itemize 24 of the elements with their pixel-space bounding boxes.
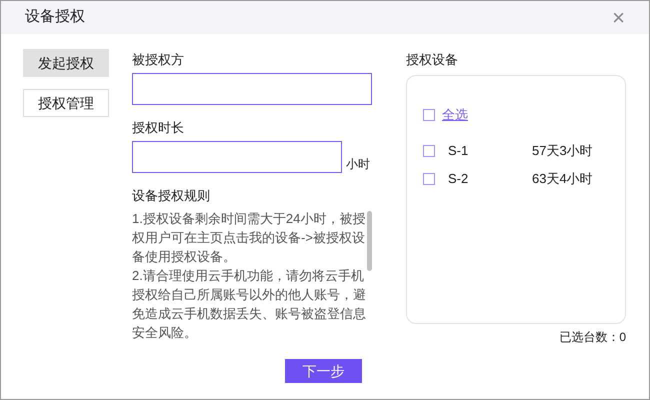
unit-label: 小时 (346, 156, 370, 173)
section-title: 设备授权规则 (132, 187, 211, 205)
field-label: 授权时长 (132, 119, 185, 137)
remaining-time: 57天3小时 (532, 142, 593, 160)
select-all-link[interactable]: 全选 (442, 105, 468, 125)
nav-tab[interactable]: 发起授权 (23, 49, 109, 77)
input-field[interactable] (132, 141, 342, 173)
nav-tab[interactable]: 授权管理 (23, 89, 109, 117)
rule-paragraph: 1.授权设备剩余时间需大于24小时，被授权用户可在主页点击我的设备->被授权设备使用授权设备。 (132, 210, 366, 266)
window-title: 设备授权 (25, 7, 85, 28)
checkbox[interactable] (423, 109, 435, 121)
checkbox[interactable] (423, 145, 435, 157)
checkbox[interactable] (423, 173, 435, 185)
remaining-time: 63天4小时 (532, 170, 593, 188)
rule-paragraph: 2.请合理使用云手机功能，请勿将云手机授权给自己所属账号以外的他人账号，避免造成云手机数据丢失、账号被盗登信息安全风险。 (132, 267, 367, 342)
device-name: S-2 (448, 170, 470, 188)
scrollbar-thumb[interactable] (367, 211, 372, 271)
device-name: S-1 (448, 142, 470, 160)
section-title: 授权设备 (406, 51, 459, 69)
selected-count: 已选台数：0 (558, 329, 626, 346)
next-button[interactable]: 下一步 (285, 359, 362, 383)
field-label: 被授权方 (132, 51, 185, 69)
input-field[interactable] (132, 73, 372, 105)
close-button[interactable]: × (612, 6, 625, 28)
